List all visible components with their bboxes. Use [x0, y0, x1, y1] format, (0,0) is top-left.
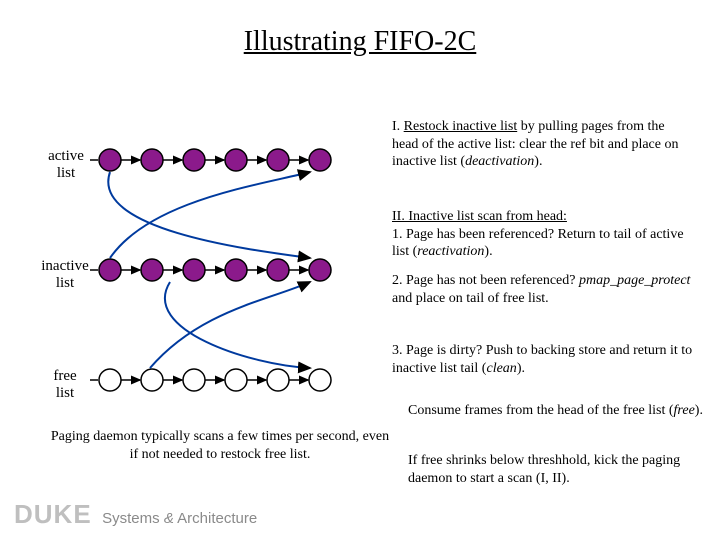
arrow-deactivation: [108, 172, 310, 258]
brand-logo: DUKE: [14, 499, 92, 529]
arrow-to-free: [165, 282, 310, 368]
text-step-3: 3. Page is dirty? Push to backing store …: [392, 342, 702, 377]
text-step-II-1: II. Inactive list scan from head: 1. Pag…: [392, 208, 692, 261]
arrow-clean: [150, 282, 310, 368]
brand-footer: DUKE Systems & Architecture: [14, 499, 257, 530]
text-step-I: I. Restock inactive list by pulling page…: [392, 118, 692, 171]
text-kick: If free shrinks below threshhold, kick t…: [408, 452, 708, 487]
text-step-II-2: 2. Page has not been referenced? pmap_pa…: [392, 272, 692, 307]
arrow-reactivation: [110, 172, 310, 258]
text-footnote: Paging daemon typically scans a few time…: [50, 428, 390, 463]
slide: Illustrating FIFO-2C activelist inactive…: [0, 0, 720, 540]
brand-subtitle: Systems & Architecture: [102, 510, 257, 527]
text-consume: Consume frames from the head of the free…: [408, 402, 708, 420]
